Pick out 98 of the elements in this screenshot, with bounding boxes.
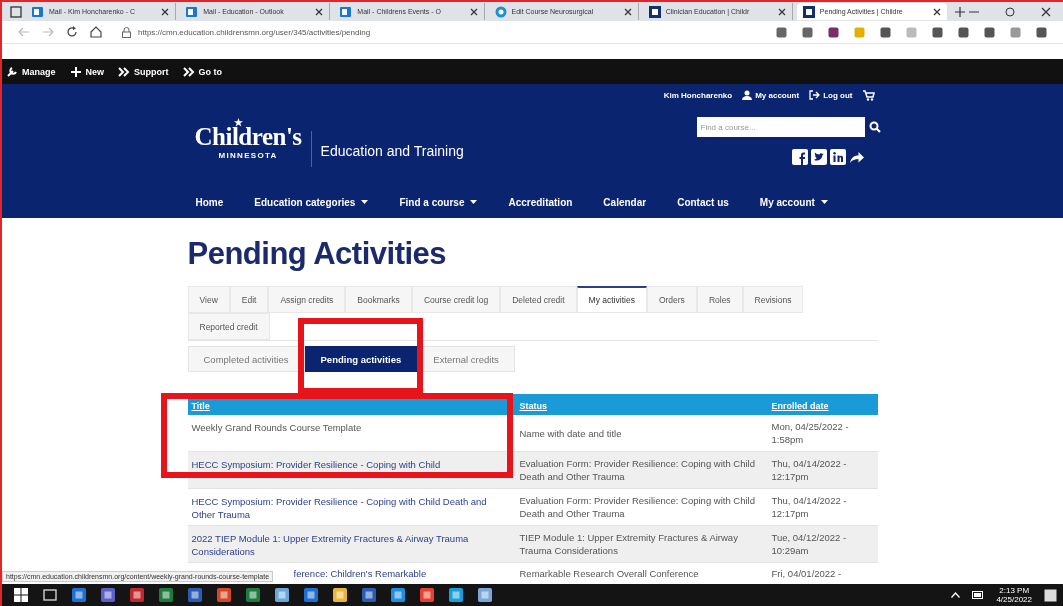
toolbar-link[interactable]: Manage <box>6 65 56 78</box>
search-field[interactable]: Find a course... <box>696 117 865 137</box>
tab[interactable]: View <box>187 286 230 313</box>
tab[interactable]: Revisions <box>742 286 804 313</box>
task-view-icon[interactable] <box>43 588 57 602</box>
close-icon[interactable] <box>777 7 786 16</box>
app-icon[interactable] <box>159 588 173 602</box>
caret-icon <box>361 200 369 204</box>
tab[interactable]: Reported credit <box>187 313 270 340</box>
site-title: Education and Training <box>320 143 464 159</box>
app-icon[interactable] <box>362 588 376 602</box>
clock-date[interactable]: 4/25/2022 <box>996 595 1032 604</box>
app-icon[interactable] <box>420 588 434 602</box>
windows-logo-icon[interactable] <box>14 588 28 602</box>
my-account-link[interactable]: My account <box>742 90 800 100</box>
user-name-link[interactable]: Kim Honcharenko <box>663 90 733 100</box>
tab[interactable]: My activities <box>576 286 647 313</box>
title-link[interactable]: HECC Symposium: Provider Resilience - Coping with Child Death and Other Trauma <box>191 495 512 521</box>
nav-link[interactable]: Accreditation <box>508 196 573 208</box>
home-icon[interactable] <box>90 26 102 38</box>
tab[interactable]: Bookmarks <box>345 286 412 313</box>
table-cell: Thu, 04/14/2022 - 12:17pm <box>771 495 847 519</box>
tab[interactable]: Course credit log <box>411 286 501 313</box>
table-cell: Tue, 04/12/2022 - 10:29am <box>771 532 847 556</box>
reload-icon[interactable] <box>66 26 78 38</box>
nav-link[interactable]: Home <box>195 196 224 208</box>
close-icon[interactable] <box>161 7 170 16</box>
battery-icon[interactable] <box>972 591 985 599</box>
toolbar-link[interactable]: Support <box>118 65 169 78</box>
nav-link[interactable]: My account <box>759 196 828 208</box>
nav-link[interactable]: Find a course <box>399 196 478 208</box>
app-icon[interactable] <box>246 588 260 602</box>
double-chevron-icon <box>118 65 131 78</box>
twitter-icon[interactable] <box>810 149 827 165</box>
page-title: Pending Activities <box>187 235 448 273</box>
url-text: https://cmn.education.childrensmn.org/user/345/activities/pending <box>138 27 371 37</box>
plus-icon <box>69 65 82 78</box>
tab-favicon-icon <box>186 5 199 18</box>
tab-favicon-icon <box>802 5 815 18</box>
close-icon[interactable] <box>315 7 324 16</box>
app-icon[interactable] <box>304 588 318 602</box>
tab[interactable]: Orders <box>646 286 697 313</box>
app-icon[interactable] <box>188 588 202 602</box>
address-field[interactable]: https://cmn.education.childrensmn.org/user/345/activities/pending <box>122 26 371 38</box>
logo-subtitle: MINNESOTA <box>218 151 278 160</box>
chevron-up-icon[interactable] <box>951 592 961 598</box>
clock-time[interactable]: 2:13 PM <box>999 586 1030 595</box>
close-icon[interactable] <box>469 7 478 16</box>
table-cell: Remarkable Research Overall Conference <box>519 568 699 579</box>
app-icon[interactable] <box>130 588 144 602</box>
table-cell: Thu, 04/14/2022 - 12:17pm <box>771 458 847 482</box>
tab-favicon-icon <box>648 5 661 18</box>
linkedin-icon[interactable] <box>829 149 846 165</box>
caret-icon <box>470 200 478 204</box>
tab[interactable]: Pending activities <box>304 346 418 372</box>
double-chevron-icon <box>182 65 195 78</box>
wrench-icon <box>6 65 18 78</box>
app-icon[interactable] <box>72 588 86 602</box>
nav-link[interactable]: Education categories <box>254 196 369 208</box>
search-icon[interactable] <box>868 121 881 133</box>
restore-icon[interactable] <box>1005 6 1015 17</box>
logo-wordmark: Children's <box>194 123 302 151</box>
logout-icon <box>809 90 821 100</box>
table-cell: Name with date and title <box>519 427 622 439</box>
star-icon <box>233 118 243 127</box>
nav-link[interactable]: Calendar <box>603 196 647 208</box>
tab[interactable]: Completed activities <box>187 346 305 372</box>
tab[interactable]: Roles <box>696 286 743 313</box>
app-icon[interactable] <box>391 588 405 602</box>
facebook-icon[interactable] <box>791 149 808 165</box>
lock-icon <box>122 26 131 38</box>
toolbar-link[interactable]: Go to <box>182 65 223 78</box>
close-icon[interactable] <box>623 7 632 16</box>
title-link[interactable]: Weekly Grand Rounds Course Template <box>191 421 512 434</box>
log-out-link[interactable]: Log out <box>809 90 853 100</box>
table-cell: Mon, 04/25/2022 - 1:58pm <box>771 421 849 445</box>
person-icon <box>742 90 753 100</box>
tab-actions-icon[interactable] <box>10 5 22 18</box>
tab-favicon-icon <box>32 5 44 18</box>
new-tab-icon[interactable] <box>954 6 965 17</box>
tab[interactable]: Assign credits <box>268 286 346 313</box>
app-icon[interactable] <box>217 588 231 602</box>
close-icon[interactable] <box>932 7 941 16</box>
toolbar-link[interactable]: New <box>69 65 105 78</box>
tab-favicon-icon <box>340 5 353 18</box>
close-icon[interactable] <box>1041 6 1051 17</box>
caret-icon <box>820 200 828 204</box>
notification-icon[interactable] <box>1044 588 1057 602</box>
cart-icon[interactable] <box>862 89 875 101</box>
table-cell: Evaluation Form: Provider Resilience: Coping with Child Death and Other Trauma <box>519 495 755 519</box>
table-cell: Fri, 04/01/2022 - <box>771 568 842 579</box>
table-cell: TIEP Module 1: Upper Extremity Fractures & Airway Trauma Considerations <box>519 532 738 556</box>
nav-link[interactable]: Contact us <box>677 196 729 208</box>
table-cell: Evaluation Form: Provider Resilience: Coping with Child Death and Other Trauma <box>519 458 755 482</box>
tab[interactable]: Edit <box>229 286 269 313</box>
app-icon[interactable] <box>101 588 115 602</box>
tab-favicon-icon <box>494 5 507 18</box>
tab[interactable]: Deleted credit <box>500 286 577 313</box>
